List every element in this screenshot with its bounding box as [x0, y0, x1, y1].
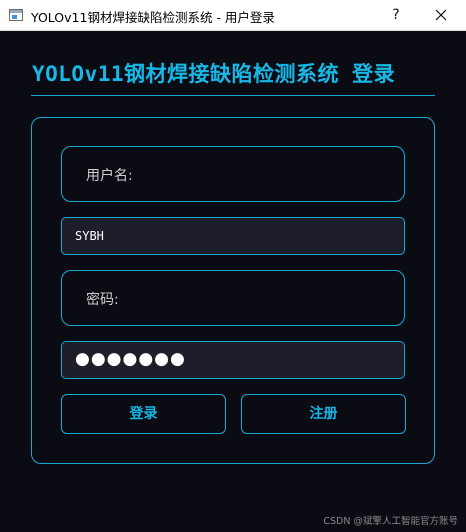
username-label-box: 用户名:	[61, 146, 405, 202]
page-title: YOLOv11钢材焊接缺陷检测系统 登录	[32, 62, 396, 86]
watermark-text: CSDN @斌擎人工智能官方账号	[323, 516, 458, 527]
window-title: YOLOv11钢材焊接缺陷检测系统 - 用户登录	[31, 10, 275, 25]
close-button[interactable]	[428, 4, 454, 26]
password-label-box: 密码:	[61, 270, 405, 326]
close-icon	[435, 9, 447, 21]
username-label: 用户名:	[86, 168, 133, 184]
register-button[interactable]: 注册	[241, 394, 406, 434]
password-label: 密码:	[86, 292, 119, 308]
password-value: ●●●●●●●	[75, 349, 186, 369]
password-input[interactable]: ●●●●●●●	[61, 341, 405, 379]
username-value: SYBH	[75, 229, 104, 243]
window-titlebar: YOLOv11钢材焊接缺陷检测系统 - 用户登录 ?	[0, 0, 466, 31]
username-input[interactable]: SYBH	[61, 217, 405, 255]
help-button[interactable]: ?	[384, 4, 408, 26]
title-divider	[31, 95, 435, 96]
app-window-icon	[9, 9, 23, 21]
login-button[interactable]: 登录	[61, 394, 226, 434]
